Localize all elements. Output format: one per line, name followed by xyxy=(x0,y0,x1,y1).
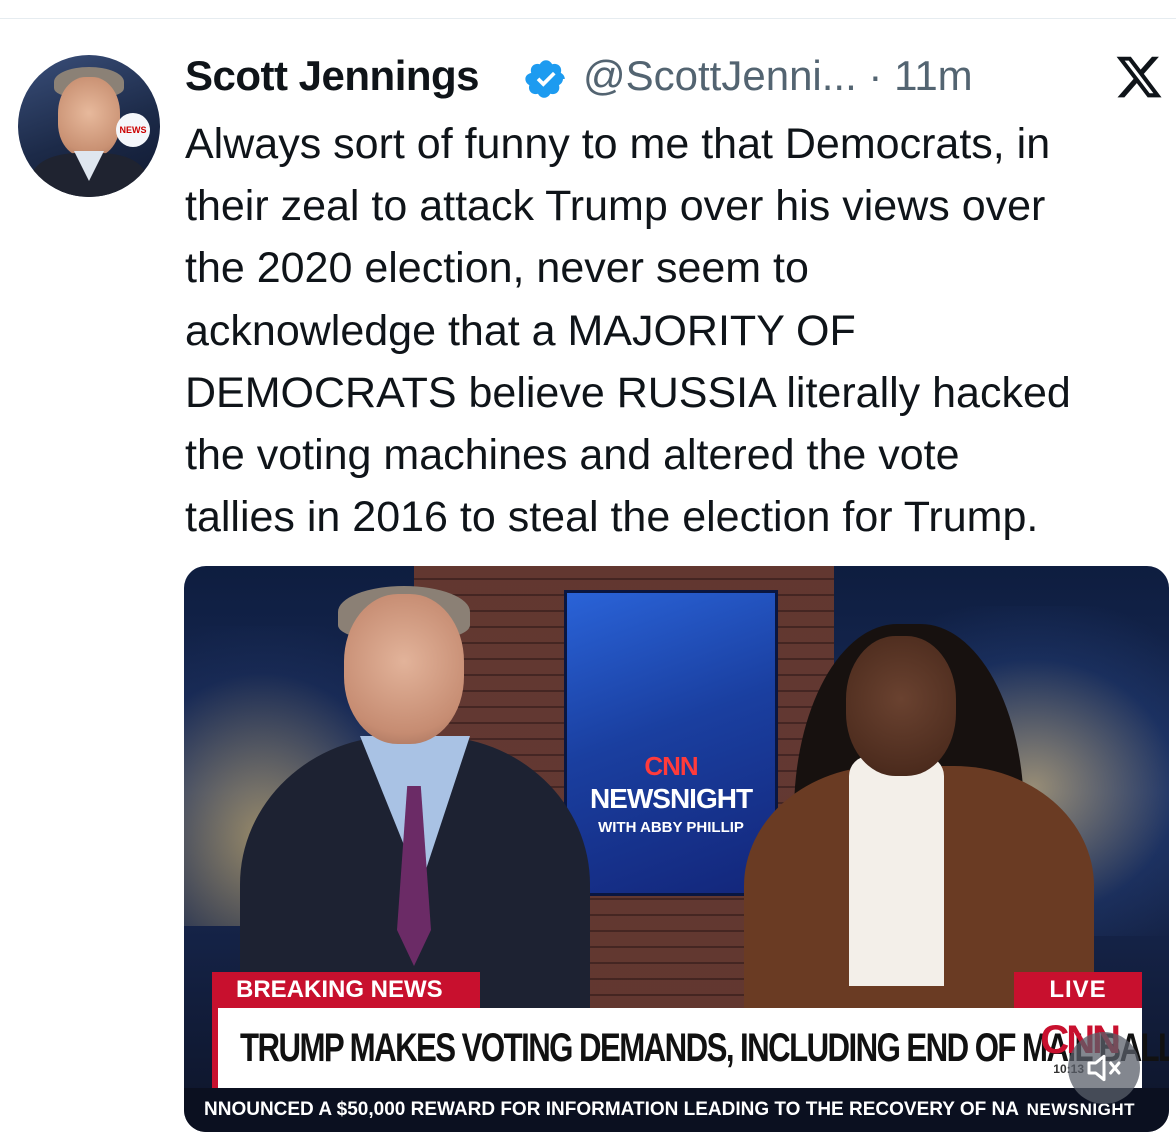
tweet-text-line: the voting machines and altered the vote xyxy=(185,431,960,480)
panelist-right-top xyxy=(849,756,944,986)
speaker-muted-icon xyxy=(1087,1054,1121,1082)
tweet-text-line: Always sort of funny to me that Democrat… xyxy=(185,120,1051,168)
chyron-headline: TRUMP MAKES VOTING DEMANDS, INCLUDING EN… xyxy=(240,1026,1169,1070)
avatar-network-badge: NEWS xyxy=(116,113,150,147)
verified-badge-icon xyxy=(525,60,565,98)
news-ticker: NNOUNCED A $50,000 REWARD FOR INFORMATIO… xyxy=(184,1088,1169,1132)
tweet-text-line: tallies in 2016 to steal the election fo… xyxy=(185,493,1039,542)
ticker-text: NNOUNCED A $50,000 REWARD FOR INFORMATIO… xyxy=(204,1099,1019,1120)
panelist-left-head xyxy=(344,594,464,744)
tweet-text-line: their zeal to attack Trump over his view… xyxy=(185,182,1046,231)
screen-host-name: WITH ABBY PHILLIP xyxy=(598,819,744,836)
author-name[interactable]: Scott Jennings xyxy=(185,52,480,100)
studio-screen: CNN NEWSNIGHT WITH ABBY PHILLIP xyxy=(564,590,778,896)
video-player[interactable]: CNN NEWSNIGHT WITH ABBY PHILLIP BREAKING… xyxy=(184,566,1169,1132)
live-label: LIVE xyxy=(1014,972,1142,1008)
panelist-right-head xyxy=(846,636,956,776)
mute-button[interactable] xyxy=(1068,1032,1140,1104)
screen-show-title: NEWSNIGHT xyxy=(589,783,753,814)
chyron-headline-bar: TRUMP MAKES VOTING DEMANDS, INCLUDING EN… xyxy=(212,1008,1169,1088)
screen-cnn-logo: CNN xyxy=(644,751,698,781)
top-divider xyxy=(0,18,1176,19)
breaking-news-label: BREAKING NEWS xyxy=(212,972,480,1008)
author-handle-and-time[interactable]: @ScottJenni... · 11m xyxy=(583,52,973,100)
tweet-text-line: the 2020 election, never seem to xyxy=(185,244,809,293)
tweet-text-line: acknowledge that a MAJORITY OF xyxy=(185,306,856,355)
avatar-face xyxy=(58,77,120,157)
x-logo-icon xyxy=(1116,56,1162,98)
tweet-text: Always sort of funny to me that Democrat… xyxy=(185,113,1170,548)
author-avatar[interactable]: NEWS xyxy=(18,55,160,197)
tweet-text-line: DEMOCRATS believe RUSSIA literally hacke… xyxy=(185,368,1071,417)
